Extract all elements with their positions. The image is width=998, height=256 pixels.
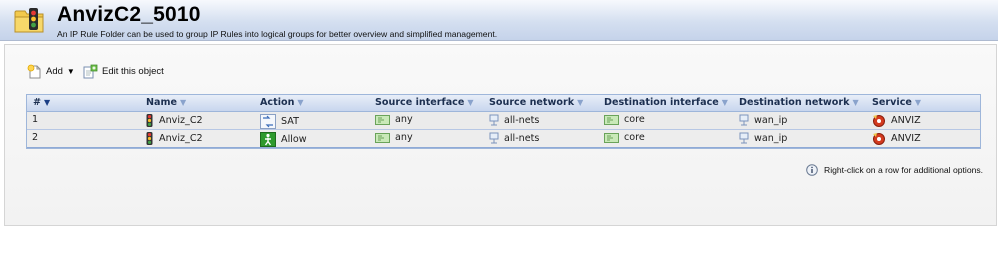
service-icon — [873, 115, 885, 127]
column-header-name[interactable]: Name ▼ — [146, 97, 186, 108]
service: ANVIZ — [872, 114, 921, 127]
page-title: AnvizC2_5010 — [57, 3, 201, 26]
edit-object-button[interactable]: Edit this object — [82, 63, 164, 79]
chevron-down-icon: ▼ — [66, 66, 75, 76]
page-header: AnvizC2_5010 An IP Rule Folder can be us… — [0, 0, 998, 41]
sort-descending-icon: ▼ — [44, 98, 51, 107]
column-header-source-network[interactable]: Source network ▼ — [489, 97, 583, 108]
sort-icon: ▼ — [180, 98, 187, 107]
info-icon — [806, 164, 818, 176]
traffic-light-icon — [146, 132, 153, 145]
edit-object-icon — [83, 64, 98, 78]
rule-number: 2 — [32, 132, 39, 143]
interface-icon — [375, 132, 390, 143]
column-header-service[interactable]: Service ▼ — [872, 97, 921, 108]
source-network: all-nets — [489, 132, 539, 145]
column-header-destination-network[interactable]: Destination network ▼ — [739, 97, 859, 108]
column-header-action[interactable]: Action ▼ — [260, 97, 304, 108]
network-object-icon — [489, 132, 499, 144]
sort-icon: ▼ — [577, 98, 584, 107]
allow-icon — [260, 132, 276, 147]
rule-number: 1 — [32, 114, 39, 125]
destination-network: wan_ip — [739, 132, 787, 145]
sort-icon: ▼ — [467, 98, 474, 107]
add-button[interactable]: Add ▼ — [27, 63, 75, 79]
sort-icon: ▼ — [852, 98, 859, 107]
rule-action: SAT — [260, 114, 299, 129]
table-header: # ▼ Name ▼ Action ▼ Source interface ▼ Sourc… — [27, 95, 980, 112]
destination-network: wan_ip — [739, 114, 787, 127]
table-row[interactable]: 2 Anviz_C2 Allow any all-nets core wan_i… — [27, 130, 980, 148]
destination-interface: core — [604, 132, 645, 143]
table-row[interactable]: 1 Anviz_C2 SAT any all-nets core wan_ip … — [27, 112, 980, 130]
add-button-label: Add — [46, 65, 63, 77]
network-object-icon — [489, 114, 499, 126]
destination-interface: core — [604, 114, 645, 125]
interface-icon — [604, 114, 619, 125]
source-network: all-nets — [489, 114, 539, 127]
rule-name: Anviz_C2 — [145, 114, 203, 127]
rule-name: Anviz_C2 — [145, 132, 203, 145]
new-item-icon — [27, 64, 41, 78]
service: ANVIZ — [872, 132, 921, 145]
interface-icon — [604, 132, 619, 143]
rule-action: Allow — [260, 132, 307, 147]
traffic-light-icon — [146, 114, 153, 127]
service-icon — [873, 133, 885, 145]
interface-icon — [375, 114, 390, 125]
folder-traffic-light-icon — [14, 8, 44, 33]
sort-icon: ▼ — [297, 98, 304, 107]
sat-icon — [260, 114, 276, 129]
hint-text: Right-click on a row for additional opti… — [824, 165, 984, 175]
network-object-icon — [739, 114, 749, 126]
source-interface: any — [375, 132, 413, 143]
source-interface: any — [375, 114, 413, 125]
sort-icon: ▼ — [721, 98, 728, 107]
page-description: An IP Rule Folder can be used to group I… — [57, 29, 498, 39]
context-menu-hint: Right-click on a row for additional opti… — [806, 164, 983, 176]
column-header-source-interface[interactable]: Source interface ▼ — [375, 97, 474, 108]
sort-icon: ▼ — [914, 98, 922, 107]
column-header-number[interactable]: # ▼ — [33, 97, 50, 108]
ip-rules-table: # ▼ Name ▼ Action ▼ Source interface ▼ Sourc… — [26, 94, 981, 149]
column-header-destination-interface[interactable]: Destination interface ▼ — [604, 97, 728, 108]
network-object-icon — [739, 132, 749, 144]
edit-object-label: Edit this object — [102, 65, 164, 77]
